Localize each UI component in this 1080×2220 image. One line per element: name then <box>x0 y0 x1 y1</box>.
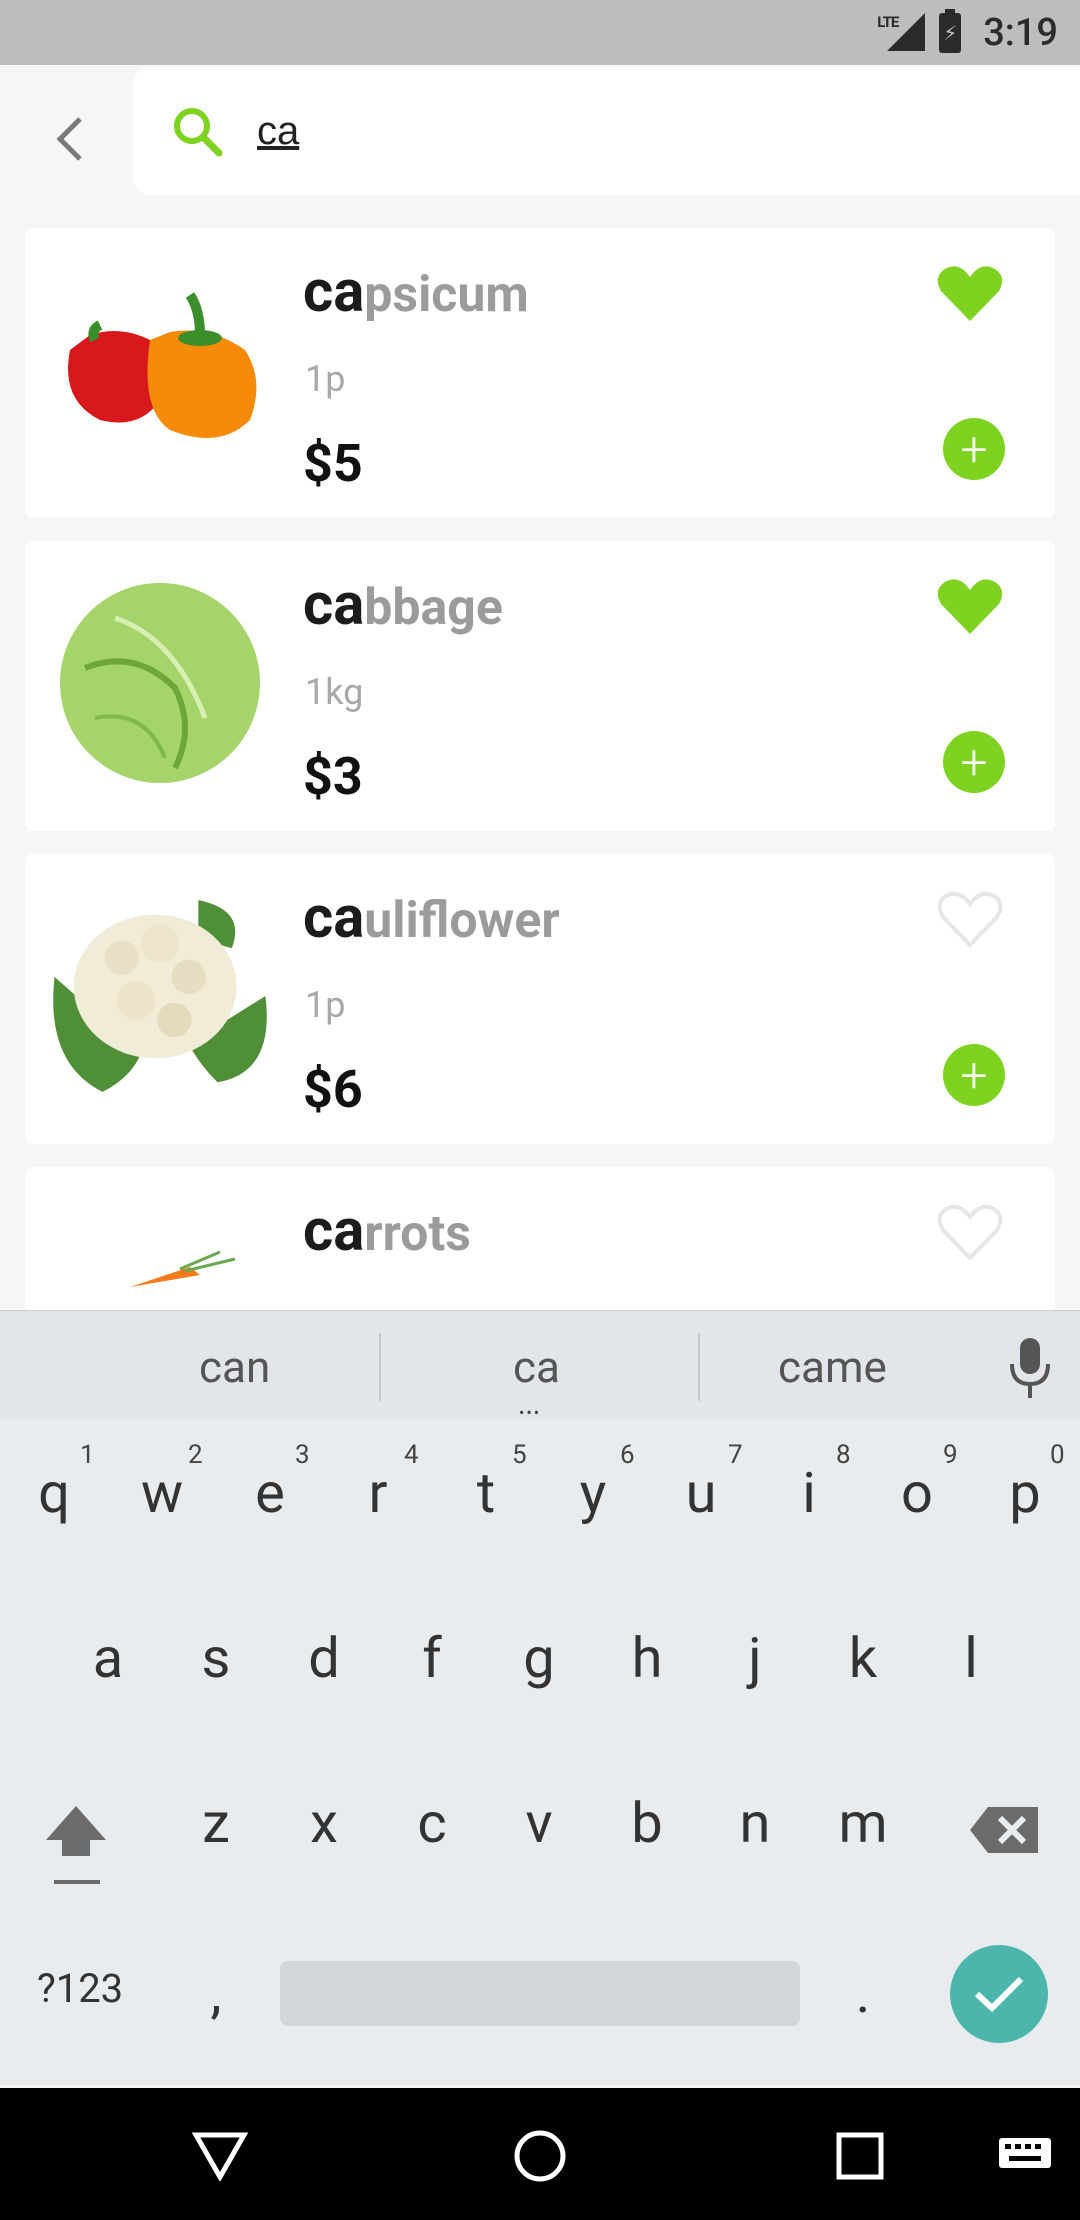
key-c[interactable]: c <box>392 1790 472 1856</box>
key-i[interactable]: i <box>769 1460 849 1526</box>
add-to-cart-button[interactable]: + <box>943 418 1005 480</box>
backspace-icon[interactable] <box>970 1805 1040 1855</box>
key-j[interactable]: j <box>715 1625 795 1691</box>
key-s[interactable]: s <box>176 1625 256 1691</box>
heart-filled-icon[interactable] <box>935 263 1005 323</box>
search-input[interactable] <box>255 107 959 155</box>
product-name: cabbage <box>303 571 503 639</box>
key-b[interactable]: b <box>607 1790 687 1856</box>
heart-outline-icon[interactable] <box>935 1202 1005 1262</box>
product-unit: 1kg <box>305 671 364 713</box>
key-l[interactable]: l <box>931 1625 1011 1691</box>
product-card-cabbage[interactable]: cabbage 1kg $3 + <box>25 541 1055 831</box>
product-unit: 1p <box>305 984 346 1026</box>
product-card-carrots[interactable]: carrots <box>25 1167 1055 1317</box>
key-e[interactable]: e <box>230 1460 310 1526</box>
nav-back-icon[interactable] <box>190 2126 250 2186</box>
suggestion-strip: can ca ••• came <box>0 1310 1080 1422</box>
key-f[interactable]: f <box>392 1625 472 1691</box>
search-header <box>0 65 1080 205</box>
battery-charging-icon: ⚡ <box>939 8 962 53</box>
key-n[interactable]: n <box>715 1790 795 1856</box>
key-g[interactable]: g <box>499 1625 579 1691</box>
lte-signal-icon: LTE <box>877 12 926 53</box>
suggestion-center[interactable]: ca <box>513 1341 560 1393</box>
product-name-match: ca <box>303 884 365 952</box>
more-suggestions-dots[interactable]: ••• <box>519 1403 541 1422</box>
capsicum-image <box>45 250 275 490</box>
microphone-icon[interactable] <box>1008 1336 1052 1400</box>
add-to-cart-button[interactable]: + <box>943 731 1005 793</box>
key-r[interactable]: r <box>338 1460 418 1526</box>
nav-recents-icon[interactable] <box>830 2126 890 2186</box>
search-icon <box>169 103 225 159</box>
shift-icon[interactable] <box>40 1800 112 1890</box>
key-a[interactable]: a <box>68 1625 148 1691</box>
product-name: cauliflower <box>303 884 560 952</box>
plus-icon: + <box>960 1046 988 1104</box>
cabbage-image <box>45 563 275 803</box>
key-k[interactable]: k <box>823 1625 903 1691</box>
key-w[interactable]: w <box>122 1460 202 1526</box>
comma-key[interactable]: , <box>176 1960 256 2026</box>
keyboard-switch-icon[interactable] <box>995 2126 1055 2186</box>
product-price: $3 <box>303 746 363 807</box>
product-name-match: ca <box>303 1197 365 1265</box>
product-name-rest: bbage <box>364 579 503 637</box>
back-button[interactable] <box>40 109 100 169</box>
product-name-rest: uliflower <box>364 892 560 950</box>
product-price: $6 <box>303 1059 363 1120</box>
key-z[interactable]: z <box>176 1790 256 1856</box>
period-key[interactable]: . <box>823 1960 903 2026</box>
enter-done-button[interactable] <box>950 1945 1048 2043</box>
cauliflower-image <box>45 876 275 1116</box>
key-y[interactable]: y <box>553 1460 633 1526</box>
symbols-key[interactable]: ?123 <box>20 1965 140 2012</box>
product-card-capsicum[interactable]: capsicum 1p $5 + <box>25 228 1055 518</box>
navigation-bar <box>0 2088 1080 2220</box>
product-name-match: ca <box>303 571 365 639</box>
add-to-cart-button[interactable]: + <box>943 1044 1005 1106</box>
nav-home-icon[interactable] <box>510 2126 570 2186</box>
product-card-cauliflower[interactable]: cauliflower 1p $6 + <box>25 854 1055 1144</box>
product-name-rest: rrots <box>364 1205 471 1263</box>
search-box[interactable] <box>133 67 1080 195</box>
plus-icon: + <box>960 420 988 478</box>
product-name-rest: psicum <box>364 266 529 324</box>
suggestion-left[interactable]: can <box>199 1341 270 1393</box>
suggestion-right[interactable]: came <box>778 1341 887 1393</box>
key-u[interactable]: u <box>661 1460 741 1526</box>
status-bar: LTE ⚡ 3:19 <box>0 0 1080 65</box>
key-o[interactable]: o <box>877 1460 957 1526</box>
key-d[interactable]: d <box>284 1625 364 1691</box>
heart-filled-icon[interactable] <box>935 576 1005 636</box>
key-t[interactable]: t <box>446 1460 526 1526</box>
chevron-left-icon <box>56 117 82 161</box>
key-m[interactable]: m <box>823 1790 903 1856</box>
carrots-image <box>45 1247 275 1317</box>
key-p[interactable]: p <box>985 1460 1065 1526</box>
key-x[interactable]: x <box>284 1790 364 1856</box>
checkmark-icon <box>974 1976 1024 2013</box>
product-unit: 1p <box>305 358 346 400</box>
soft-keyboard: can ca ••• came 1 2 3 4 5 6 7 8 9 0 q w … <box>0 1310 1080 2085</box>
space-bar[interactable] <box>280 1961 800 2026</box>
status-time: 3:19 <box>983 10 1058 55</box>
product-name: capsicum <box>303 258 529 326</box>
key-h[interactable]: h <box>607 1625 687 1691</box>
product-list: capsicum 1p $5 + cabbage 1kg $3 + caulif… <box>25 228 1055 1340</box>
key-v[interactable]: v <box>499 1790 579 1856</box>
heart-outline-icon[interactable] <box>935 889 1005 949</box>
product-name: carrots <box>303 1197 471 1265</box>
product-price: $5 <box>303 433 363 494</box>
product-name-match: ca <box>303 258 365 326</box>
key-q[interactable]: q <box>14 1460 94 1526</box>
plus-icon: + <box>960 733 988 791</box>
